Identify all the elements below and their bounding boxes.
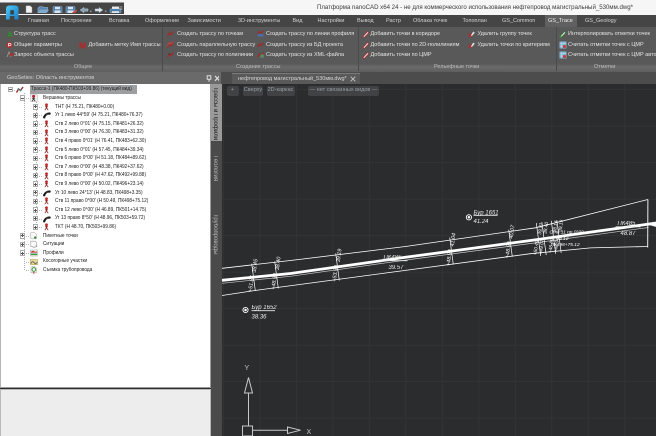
svg-text:38.36: 38.36 [251, 315, 267, 321]
svg-text:41.24: 41.24 [473, 219, 489, 225]
svg-text:ПК498+75.12: ПК498+75.12 [550, 242, 579, 248]
svg-text:Бур 1652: Бур 1652 [251, 305, 277, 311]
svg-text:ПК486: ПК486 [383, 255, 402, 261]
svg-text:39.57: 39.57 [388, 265, 404, 271]
svg-text:M: M [79, 41, 86, 49]
svg-text:Уг 12: Уг 12 [556, 236, 568, 242]
svg-text:48.87: 48.87 [620, 231, 636, 237]
svg-text:Y: Y [244, 365, 249, 372]
svg-text:ПК485: ПК485 [617, 221, 636, 227]
svg-text:X: X [306, 429, 311, 436]
svg-text:Ств 11 пр 0°00: Ств 11 пр 0°00 [549, 230, 584, 236]
